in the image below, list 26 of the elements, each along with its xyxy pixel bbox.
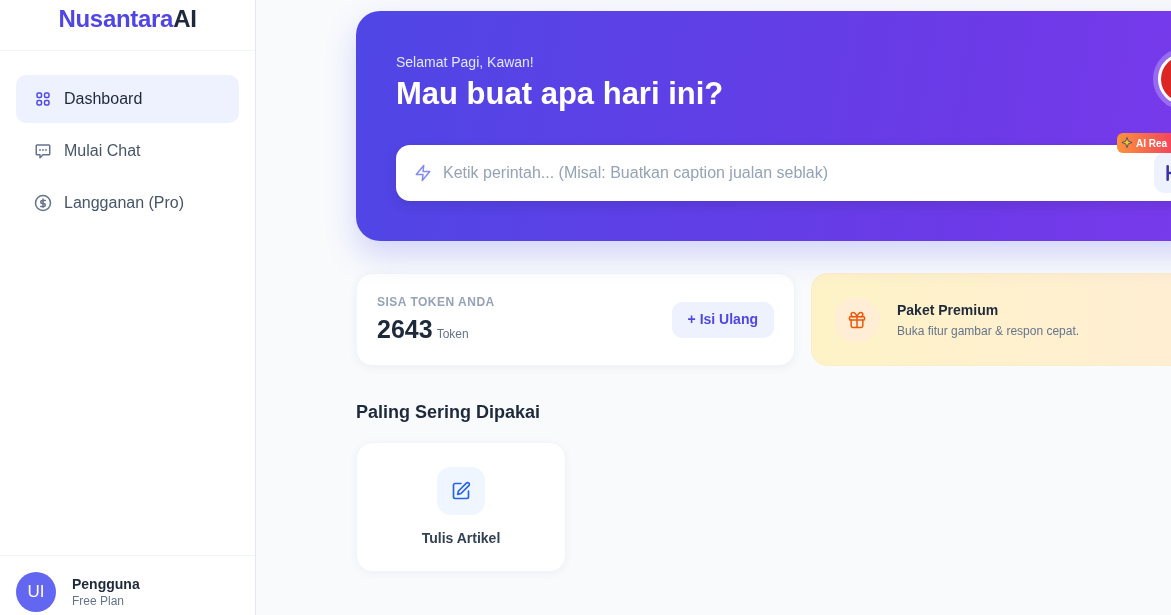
user-avatar: UI: [16, 572, 56, 612]
token-unit: Token: [436, 326, 469, 343]
user-plan: Free Plan: [72, 593, 126, 609]
section-title: Paling Sering Dipakai: [356, 401, 541, 423]
premium-card[interactable]: Paket Premium Buka fitur gambar & respon cepat.: [811, 273, 1171, 366]
token-count: 2643: [377, 314, 433, 344]
dollar-icon: [34, 194, 52, 212]
grid-icon: [34, 90, 52, 108]
edit-icon: [437, 467, 485, 515]
sparkle-icon: [1121, 137, 1133, 149]
chat-icon: [34, 142, 52, 160]
tool-label: Tulis Artikel: [421, 529, 501, 547]
sidebar-item[interactable]: Mulai Chat: [16, 127, 239, 175]
sidebar-item[interactable]: Dashboard: [16, 75, 239, 123]
gift-icon: [834, 296, 880, 343]
hero-title: Mau buat apa hari ini?: [396, 75, 724, 113]
app-logo: NusantaraAI: [58, 4, 197, 34]
greeting-text: Selamat Pagi, Kawan!: [396, 53, 535, 71]
user-name: Pengguna: [72, 575, 140, 593]
tool-card[interactable]: Tulis Artikel: [356, 442, 566, 572]
premium-title: Paket Premium: [897, 300, 1000, 319]
sidebar-item[interactable]: Langganan (Pro): [16, 179, 239, 227]
refill-button[interactable]: + Isi Ulang: [671, 301, 774, 338]
lightning-icon: [414, 164, 432, 182]
premium-description: Buka fitur gambar & respon cepat.: [897, 322, 1080, 339]
token-label: SISA TOKEN ANDA: [377, 295, 495, 310]
